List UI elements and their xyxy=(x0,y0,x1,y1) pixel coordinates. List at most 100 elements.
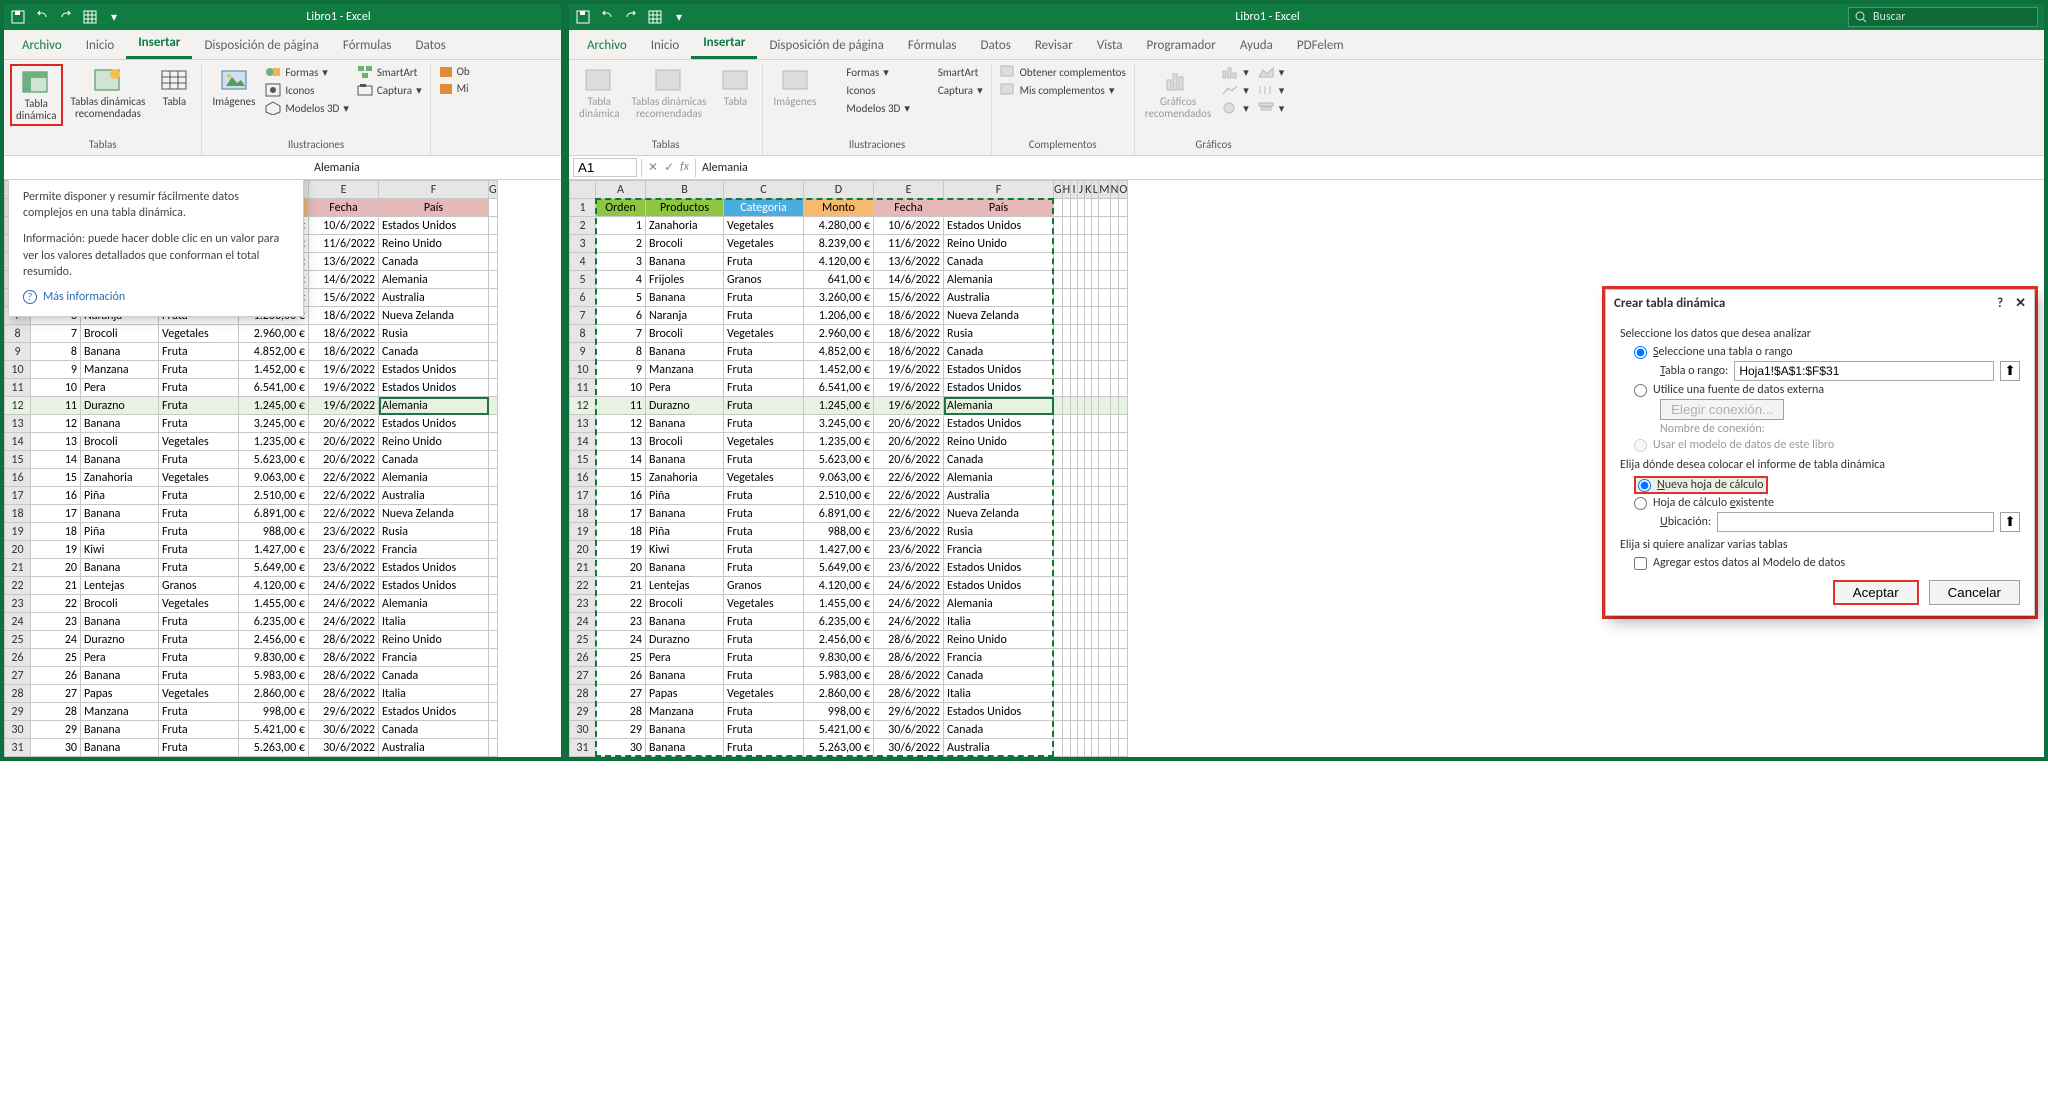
cell[interactable]: 11/6/2022 xyxy=(874,235,944,253)
dialog-close-icon[interactable]: ✕ xyxy=(2015,296,2026,311)
cell[interactable] xyxy=(1085,343,1092,361)
cell[interactable] xyxy=(489,343,498,361)
cell[interactable]: 22 xyxy=(596,595,646,613)
cell[interactable]: Nueva Zelanda xyxy=(379,505,489,523)
cell[interactable] xyxy=(1085,721,1092,739)
cell[interactable] xyxy=(1099,577,1110,595)
tab-insertar[interactable]: Insertar xyxy=(691,30,757,59)
cell[interactable]: Vegetales xyxy=(159,325,239,343)
cell[interactable]: 988,00 € xyxy=(804,523,874,541)
cell[interactable]: Granos xyxy=(724,271,804,289)
cell[interactable] xyxy=(1054,667,1063,685)
cell[interactable]: 24 xyxy=(596,631,646,649)
cell[interactable]: 28/6/2022 xyxy=(874,685,944,703)
cell[interactable] xyxy=(1078,253,1085,271)
cell[interactable] xyxy=(1071,541,1078,559)
tab-disposición-de-página[interactable]: Disposición de página xyxy=(192,33,330,59)
row-header[interactable]: 12 xyxy=(570,397,596,415)
cell[interactable]: 19/6/2022 xyxy=(874,361,944,379)
row-header[interactable]: 17 xyxy=(570,487,596,505)
cell[interactable] xyxy=(1062,667,1070,685)
cell[interactable] xyxy=(1062,451,1070,469)
cell[interactable]: 3 xyxy=(596,253,646,271)
cell[interactable]: Banana xyxy=(646,739,724,757)
cell[interactable] xyxy=(1110,271,1119,289)
cell[interactable] xyxy=(1054,415,1063,433)
images-button[interactable]: Imágenes xyxy=(208,64,259,110)
cell[interactable] xyxy=(489,253,498,271)
cell[interactable]: 2.510,00 € xyxy=(239,487,309,505)
cell[interactable] xyxy=(1054,289,1063,307)
cell[interactable] xyxy=(1062,253,1070,271)
cell[interactable] xyxy=(1119,433,1128,451)
cell[interactable] xyxy=(1062,235,1070,253)
cell[interactable] xyxy=(1119,271,1128,289)
cell[interactable] xyxy=(1071,469,1078,487)
cell[interactable]: Fruta xyxy=(724,487,804,505)
cell[interactable] xyxy=(1054,541,1063,559)
cell[interactable] xyxy=(1054,703,1063,721)
cell[interactable] xyxy=(1085,487,1092,505)
cell[interactable] xyxy=(1054,649,1063,667)
cell[interactable]: Fruta xyxy=(724,289,804,307)
cell[interactable]: Fruta xyxy=(159,505,239,523)
cell[interactable] xyxy=(1062,343,1070,361)
row-header[interactable]: 11 xyxy=(570,379,596,397)
cell[interactable]: Lentejas xyxy=(81,577,159,595)
cell[interactable]: Francia xyxy=(379,541,489,559)
cell[interactable]: Alemania xyxy=(944,469,1054,487)
cell[interactable] xyxy=(1092,739,1099,757)
cell[interactable] xyxy=(1092,361,1099,379)
row-header[interactable]: 30 xyxy=(570,721,596,739)
cell[interactable] xyxy=(1078,199,1085,217)
cell[interactable] xyxy=(1085,271,1092,289)
cell[interactable]: 10 xyxy=(31,379,81,397)
cell[interactable] xyxy=(1071,505,1078,523)
cell[interactable] xyxy=(1078,685,1085,703)
cell[interactable]: Durazno xyxy=(646,631,724,649)
cell[interactable]: Fruta xyxy=(159,721,239,739)
cell[interactable]: Banana xyxy=(646,721,724,739)
tab-insertar[interactable]: Insertar xyxy=(126,30,192,59)
cell[interactable] xyxy=(489,577,498,595)
row-header[interactable]: 9 xyxy=(5,343,31,361)
cell[interactable]: Fruta xyxy=(724,397,804,415)
tab-ayuda[interactable]: Ayuda xyxy=(1228,33,1285,59)
cell[interactable]: Vegetales xyxy=(724,469,804,487)
cell[interactable]: 9.063,00 € xyxy=(804,469,874,487)
worksheet[interactable]: ABCDEFGHIJKLMNO1OrdenProductosCategoriaM… xyxy=(569,180,1128,757)
cell[interactable] xyxy=(1110,235,1119,253)
cell[interactable] xyxy=(1078,379,1085,397)
cell[interactable] xyxy=(1085,685,1092,703)
cell[interactable]: Rusia xyxy=(944,523,1054,541)
cell[interactable] xyxy=(1119,451,1128,469)
save-icon[interactable] xyxy=(575,9,591,25)
cell[interactable] xyxy=(489,721,498,739)
cell[interactable] xyxy=(1110,613,1119,631)
cell[interactable]: Estados Unidos xyxy=(944,361,1054,379)
cell[interactable] xyxy=(489,631,498,649)
cell[interactable] xyxy=(1071,595,1078,613)
cell[interactable]: 22/6/2022 xyxy=(874,505,944,523)
cell[interactable] xyxy=(1062,523,1070,541)
cell[interactable]: Durazno xyxy=(81,397,159,415)
cell[interactable]: Manzana xyxy=(81,361,159,379)
cell[interactable] xyxy=(1099,415,1110,433)
cell[interactable] xyxy=(1099,649,1110,667)
cell[interactable] xyxy=(1092,685,1099,703)
row-header[interactable]: 30 xyxy=(5,721,31,739)
cell[interactable]: Fruta xyxy=(159,415,239,433)
cell[interactable] xyxy=(1119,289,1128,307)
cell[interactable]: Italia xyxy=(944,613,1054,631)
cell[interactable]: 1.427,00 € xyxy=(239,541,309,559)
cell[interactable]: 14 xyxy=(31,451,81,469)
cell[interactable]: Banana xyxy=(81,739,159,757)
cell[interactable]: Vegetales xyxy=(724,433,804,451)
location-input[interactable] xyxy=(1717,512,1994,532)
cell[interactable]: 1.235,00 € xyxy=(804,433,874,451)
cell[interactable] xyxy=(489,217,498,235)
cell[interactable]: 11 xyxy=(31,397,81,415)
cell[interactable] xyxy=(1078,307,1085,325)
cell[interactable]: 5.421,00 € xyxy=(804,721,874,739)
cell[interactable] xyxy=(489,559,498,577)
